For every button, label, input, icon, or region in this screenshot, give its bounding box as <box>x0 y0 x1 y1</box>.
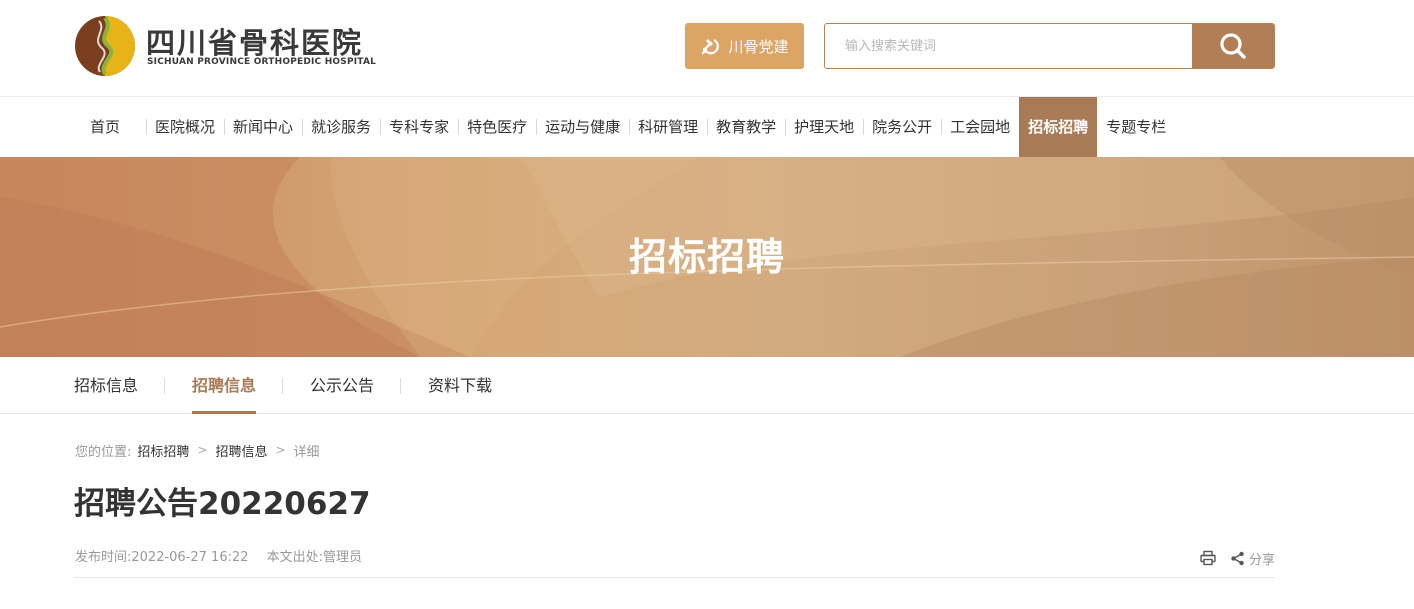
hammer-sickle-icon <box>702 39 720 55</box>
subnav-tender-info-label: 招标信息 <box>74 376 139 395</box>
nav-item-special-topics[interactable]: 专题专栏 <box>1097 97 1175 157</box>
nav-item-about[interactable]: 医院概况 <box>146 97 224 157</box>
page-banner: 招标招聘 <box>0 157 1414 357</box>
active-tab-underline <box>192 411 257 414</box>
subnav-recruit-info[interactable]: 招聘信息 <box>192 357 284 414</box>
nav-item-public-affairs[interactable]: 院务公开 <box>863 97 941 157</box>
printer-icon[interactable] <box>1200 550 1216 566</box>
article-tools: 分享 <box>1200 548 1275 568</box>
search-box <box>824 23 1275 69</box>
nav-item-education[interactable]: 教育教学 <box>707 97 785 157</box>
main-nav: 首页 医院概况 新闻中心 就诊服务 专科专家 特色医疗 运动与健康 科研管理 教… <box>0 97 1414 157</box>
search-button[interactable] <box>1192 24 1274 68</box>
publish-time: 发布时间:2022-06-27 16:22 <box>75 550 249 565</box>
breadcrumb-item-recruit-info[interactable]: 招聘信息 <box>215 441 267 460</box>
subnav-tender-info[interactable]: 招标信息 <box>74 357 166 414</box>
subnav-downloads-label: 资料下载 <box>428 376 493 395</box>
nav-item-services[interactable]: 就诊服务 <box>302 97 380 157</box>
site-header: 四川省骨科医院 SICHUAN PROVINCE ORTHOPEDIC HOSP… <box>0 0 1414 97</box>
article-source: 本文出处:管理员 <box>266 550 363 565</box>
nav-item-union[interactable]: 工会园地 <box>941 97 1019 157</box>
subnav-public-notice[interactable]: 公示公告 <box>310 357 402 414</box>
breadcrumb-prefix: 您的位置: <box>75 444 132 460</box>
subnav-downloads[interactable]: 资料下载 <box>428 357 492 414</box>
nav-item-sports-health[interactable]: 运动与健康 <box>536 97 629 157</box>
banner-title: 招标招聘 <box>628 235 785 279</box>
chevron-right-icon: > <box>275 443 286 457</box>
logo-chinese-name: 四川省骨科医院 <box>146 26 364 60</box>
sub-nav: 招标信息 招聘信息 公示公告 资料下载 <box>0 357 1414 414</box>
search-input[interactable] <box>825 24 1193 68</box>
article-title: 招聘公告20220627 <box>74 486 371 522</box>
article-meta: 发布时间:2022-06-27 16:22 本文出处:管理员 <box>75 546 362 565</box>
nav-item-home[interactable]: 首页 <box>80 97 146 157</box>
search-icon <box>1220 33 1246 59</box>
meta-divider <box>74 577 1275 578</box>
hospital-logo[interactable]: 四川省骨科医院 SICHUAN PROVINCE ORTHOPEDIC HOSP… <box>74 14 377 78</box>
logo-english-name: SICHUAN PROVINCE ORTHOPEDIC HOSPITAL <box>147 57 377 67</box>
chevron-right-icon: > <box>197 443 208 457</box>
nav-item-nursing[interactable]: 护理天地 <box>785 97 863 157</box>
share-icon <box>1231 551 1244 565</box>
nav-item-news[interactable]: 新闻中心 <box>224 97 302 157</box>
share-label: 分享 <box>1248 552 1275 568</box>
breadcrumb-item-tender-recruit[interactable]: 招标招聘 <box>137 441 189 460</box>
share-button[interactable]: 分享 <box>1230 549 1275 568</box>
nav-item-tender-recruit[interactable]: 招标招聘 <box>1019 97 1098 157</box>
party-building-button[interactable]: 川骨党建 <box>685 23 804 69</box>
logo-mark-icon <box>75 16 135 76</box>
subnav-recruit-info-label: 招聘信息 <box>192 376 257 395</box>
breadcrumb: 您的位置: 招标招聘 > 招聘信息 > 详细 <box>75 440 320 460</box>
nav-item-experts[interactable]: 专科专家 <box>380 97 458 157</box>
subnav-public-notice-label: 公示公告 <box>310 376 375 395</box>
party-building-label: 川骨党建 <box>728 37 789 56</box>
breadcrumb-item-detail: 详细 <box>293 444 320 460</box>
nav-item-research[interactable]: 科研管理 <box>629 97 707 157</box>
nav-item-featured-care[interactable]: 特色医疗 <box>458 97 536 157</box>
